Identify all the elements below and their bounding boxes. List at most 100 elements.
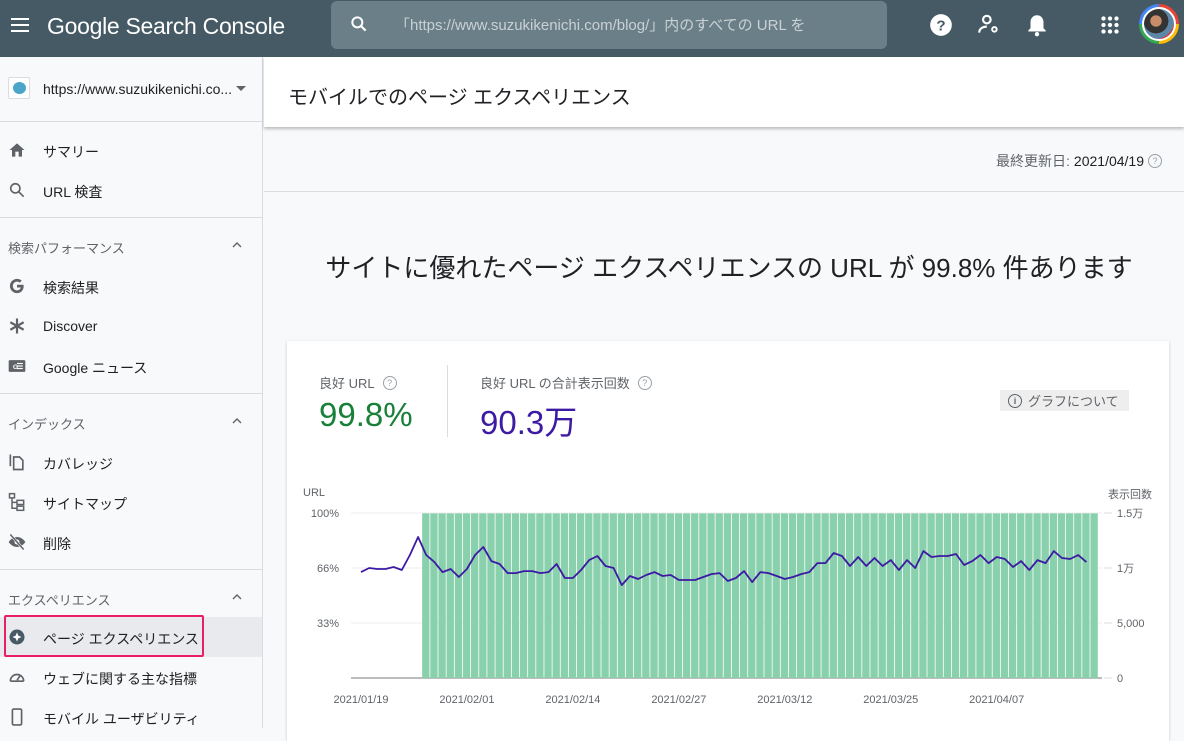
bar[interactable] <box>1033 513 1041 678</box>
bar[interactable] <box>519 513 528 678</box>
bar[interactable] <box>837 513 846 678</box>
bar[interactable] <box>870 513 878 678</box>
bar[interactable] <box>902 513 911 678</box>
bar[interactable] <box>935 513 943 678</box>
bar[interactable] <box>471 513 479 678</box>
bar[interactable] <box>911 513 919 678</box>
property-selector[interactable]: https://www.suzukikenichi.co... <box>0 57 262 122</box>
bar[interactable] <box>576 513 585 678</box>
bar[interactable] <box>968 513 976 678</box>
bar[interactable] <box>943 513 952 678</box>
bar[interactable] <box>1090 513 1098 678</box>
sidebar-item-mobile-usability[interactable]: モバイル ユーザビリティ <box>0 697 262 737</box>
bar[interactable] <box>919 513 927 678</box>
help-circle-icon[interactable]: ? <box>1148 154 1162 168</box>
bar[interactable] <box>960 513 968 678</box>
bar[interactable] <box>625 513 634 678</box>
bar[interactable] <box>854 513 862 678</box>
bar[interactable] <box>609 513 617 678</box>
bar[interactable] <box>593 513 601 678</box>
app-logo[interactable]: Google Search Console <box>47 13 285 40</box>
bar[interactable] <box>976 513 984 678</box>
bar[interactable] <box>788 513 797 678</box>
sidebar-item-page-experience[interactable]: ページ エクスペリエンス <box>0 617 262 657</box>
section-index[interactable]: インデックス <box>0 401 262 441</box>
bar[interactable] <box>503 513 511 678</box>
sidebar-item-google-news[interactable]: G Google ニュース <box>0 346 262 386</box>
bar[interactable] <box>528 513 536 678</box>
section-search-performance[interactable]: 検索パフォーマンス <box>0 225 262 265</box>
bar[interactable] <box>454 513 463 678</box>
bar[interactable] <box>951 513 960 678</box>
search-input[interactable] <box>395 11 865 39</box>
bar[interactable] <box>1082 513 1090 678</box>
bar[interactable] <box>1041 513 1049 678</box>
bar[interactable] <box>764 513 772 678</box>
bar[interactable] <box>658 513 666 678</box>
bar[interactable] <box>1049 513 1058 678</box>
bar[interactable] <box>1065 513 1074 678</box>
bar[interactable] <box>495 513 503 678</box>
bar[interactable] <box>1000 513 1009 678</box>
bar[interactable] <box>1074 513 1082 678</box>
sidebar-item-sitemaps[interactable]: サイトマップ <box>0 482 262 522</box>
bar[interactable] <box>682 513 691 678</box>
notifications-icon[interactable] <box>1024 12 1050 38</box>
sidebar-item-summary[interactable]: サマリー <box>0 130 262 170</box>
bar[interactable] <box>487 513 495 678</box>
bar[interactable] <box>446 513 454 678</box>
bar[interactable] <box>805 513 813 678</box>
bar[interactable] <box>878 513 886 678</box>
bar[interactable] <box>731 513 740 678</box>
bar[interactable] <box>544 513 552 678</box>
bar[interactable] <box>462 513 471 678</box>
menu-icon[interactable] <box>8 14 32 38</box>
bar[interactable] <box>511 513 520 678</box>
bar[interactable] <box>422 513 430 678</box>
search-box[interactable] <box>331 1 887 49</box>
bar[interactable] <box>560 513 569 678</box>
account-avatar[interactable] <box>1139 4 1179 44</box>
bar[interactable] <box>797 513 805 678</box>
bar[interactable] <box>756 513 764 678</box>
bar[interactable] <box>813 513 821 678</box>
bar[interactable] <box>568 513 577 678</box>
section-experience[interactable]: エクスペリエンス <box>0 577 262 617</box>
bar[interactable] <box>699 513 707 678</box>
bar[interactable] <box>1017 513 1025 678</box>
bar[interactable] <box>479 513 487 678</box>
bar[interactable] <box>1057 513 1066 678</box>
bar[interactable] <box>886 513 895 678</box>
bar[interactable] <box>1008 513 1017 678</box>
bar[interactable] <box>642 513 650 678</box>
bar[interactable] <box>650 513 658 678</box>
bar[interactable] <box>748 513 756 678</box>
help-icon[interactable]: ? <box>928 12 954 38</box>
bar[interactable] <box>617 513 626 678</box>
bar[interactable] <box>772 513 780 678</box>
bar[interactable] <box>552 513 560 678</box>
sidebar-item-coverage[interactable]: カバレッジ <box>0 442 262 482</box>
sidebar-item-removals[interactable]: 削除 <box>0 522 262 562</box>
bar[interactable] <box>829 513 837 678</box>
bar[interactable] <box>601 513 609 678</box>
bar[interactable] <box>739 513 748 678</box>
sidebar-item-search-results[interactable]: 検索結果 <box>0 266 262 306</box>
bar[interactable] <box>666 513 674 678</box>
bar[interactable] <box>723 513 732 678</box>
bar[interactable] <box>715 513 723 678</box>
bar[interactable] <box>707 513 715 678</box>
bar[interactable] <box>845 513 854 678</box>
bar[interactable] <box>691 513 699 678</box>
bar[interactable] <box>780 513 789 678</box>
bar[interactable] <box>927 513 935 678</box>
apps-icon[interactable] <box>1097 12 1123 38</box>
bar[interactable] <box>438 513 446 678</box>
bar[interactable] <box>634 513 642 678</box>
bar[interactable] <box>821 513 829 678</box>
bar[interactable] <box>1025 513 1033 678</box>
bar[interactable] <box>674 513 683 678</box>
sidebar-item-url-inspection[interactable]: URL 検査 <box>0 170 262 210</box>
sidebar-item-core-web-vitals[interactable]: ウェブに関する主な指標 <box>0 657 262 697</box>
bar[interactable] <box>992 513 1000 678</box>
